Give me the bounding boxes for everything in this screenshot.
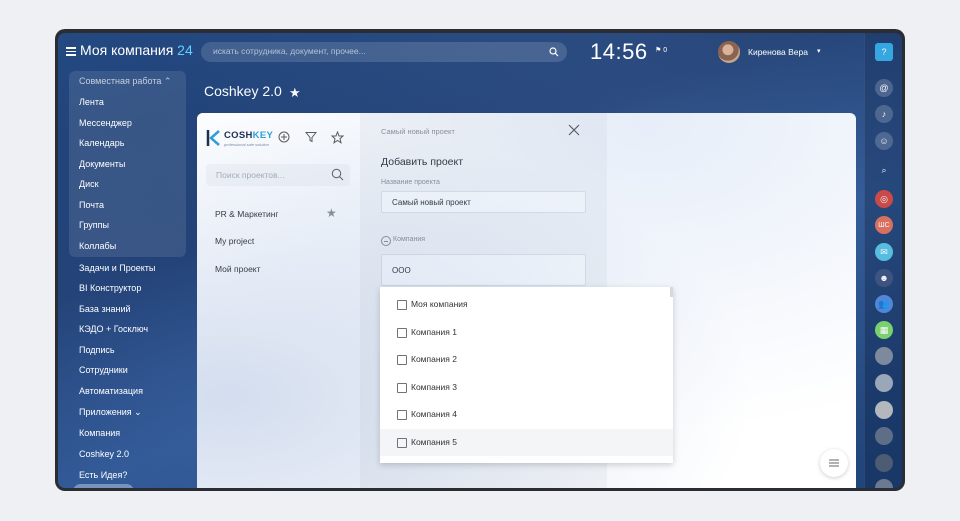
dropdown-scrollbar[interactable] [670,287,673,297]
nav-item-knowledge[interactable]: База знаний [79,304,131,314]
contact-icon[interactable]: ◎ [875,190,893,208]
chevron-up-icon: ⌃ [163,76,172,86]
right-toolbar: ? @ ♪ ☺ ⌕ ◎ ШС ✉ ☻ 👥 ▦ [864,33,902,488]
contact-avatar[interactable] [875,347,893,365]
calendar-icon[interactable]: ▦ [875,321,893,339]
company-name: Моя компания [80,42,174,58]
form-heading: Добавить проект [381,156,464,168]
nav-item-company[interactable]: Компания [79,428,120,438]
checkbox[interactable] [397,438,407,448]
dropdown-option[interactable]: Моя компания [380,291,673,318]
project-name-label: Название проекта [381,179,440,186]
menu-icon[interactable] [66,47,76,56]
project-item[interactable]: Мой проект [215,264,261,274]
user-avatar[interactable] [718,41,740,63]
checkbox[interactable] [397,300,407,310]
project-name-field [381,191,586,213]
nav-item-disk[interactable]: Диск [79,179,99,189]
nav-item-messenger[interactable]: Мессенджер [79,118,132,128]
close-icon[interactable] [568,124,580,136]
global-search-input[interactable] [211,45,535,57]
list-icon [829,459,839,467]
nav-item-feed[interactable]: Лента [79,97,104,107]
nav-active-highlight [73,484,134,488]
project-item[interactable]: My project [215,236,254,246]
flag-count: 0 [663,47,668,54]
add-circle-icon[interactable] [278,131,290,143]
clock: 14:56 [590,39,648,64]
checkbox[interactable] [397,328,407,338]
global-search [201,42,567,62]
contact-avatar[interactable] [875,427,893,445]
dropdown-option[interactable]: Компания 4 [380,401,673,428]
coshkey-logo-text: COSHKEY [224,130,274,141]
dropdown-option[interactable]: Компания 3 [380,374,673,401]
contact-badge[interactable]: ШС [875,216,893,234]
project-name-input[interactable] [390,197,574,208]
contact-avatar[interactable] [875,454,893,472]
coshkey-logo-icon [206,130,220,146]
star-outline-icon[interactable] [331,131,344,144]
left-navigation: Совместная работа ⌃ Лента Мессенджер Кал… [58,71,198,488]
checkbox[interactable] [397,355,407,365]
nav-item-mail[interactable]: Почта [79,200,104,210]
contact-avatar[interactable] [875,374,893,392]
nav-item-tasks[interactable]: Задачи и Проекты [79,263,155,273]
dropdown-option[interactable]: Компания 1 [380,319,673,346]
search-icon[interactable]: ⌕ [875,161,893,179]
company-dropdown: Моя компания Компания 1 Компания 2 Компа… [380,287,673,463]
top-bar: Моя компания 24 14:56 ⚑ 0 Киренова Вера … [58,33,864,71]
nav-item-signature[interactable]: Подпись [79,345,115,355]
chevron-down-icon: ⌄ [134,407,142,417]
nav-item-apps[interactable]: Приложения ⌄ [79,407,142,418]
dropdown-option-highlighted[interactable]: Компания 5 [380,429,673,456]
search-icon[interactable] [331,168,344,181]
nav-item-ideas[interactable]: Есть Идея? [79,470,127,480]
chat-bubble-icon[interactable]: ✉ [875,243,893,261]
nav-item-kedo[interactable]: КЭДО + Госключ [79,324,148,334]
nav-item-bi[interactable]: BI Конструктор [79,283,141,293]
flag-indicator[interactable]: ⚑ 0 [655,46,667,54]
checkbox[interactable] [397,383,407,393]
contact-avatar[interactable] [875,479,893,488]
nav-group-title[interactable]: Совместная работа ⌃ [79,76,171,87]
contact-avatar[interactable] [875,401,893,419]
breadcrumb: Самый новый проект [381,127,455,136]
bell-icon[interactable]: ♪ [875,105,893,123]
at-sign-icon[interactable]: @ [875,79,893,97]
nav-item-automation[interactable]: Автоматизация [79,386,143,396]
star-icon[interactable]: ★ [289,85,301,101]
user-name[interactable]: Киренова Вера [748,47,808,57]
nav-item-groups[interactable]: Группы [79,220,109,230]
nav-item-coshkey[interactable]: Coshkey 2.0 [79,449,129,459]
nav-item-documents[interactable]: Документы [79,159,125,169]
company-field [381,254,586,286]
contact-avatar[interactable]: ☻ [875,269,893,287]
chevron-down-icon[interactable]: ▾ [817,47,821,55]
nav-item-collabs[interactable]: Коллабы [79,241,116,251]
project-search [206,164,350,186]
coshkey-logo-subtitle: professional sale solution [224,142,269,147]
chat-icon[interactable]: ☺ [875,132,893,150]
help-icon[interactable]: ? [875,43,893,61]
nav-item-employees[interactable]: Сотрудники [79,365,128,375]
search-icon[interactable] [549,47,559,57]
company-count: 24 [177,42,193,58]
star-icon[interactable]: ★ [326,206,337,220]
collapse-icon[interactable] [381,236,391,246]
project-list-panel: COSHKEY professional sale solution PR & … [197,113,360,488]
people-icon[interactable]: 👥 [875,295,893,313]
checkbox[interactable] [397,410,407,420]
project-item[interactable]: PR & Маркетинг [215,209,279,219]
dropdown-option[interactable]: Компания 2 [380,346,673,373]
filter-icon[interactable] [305,131,317,143]
list-menu-button[interactable] [820,449,848,477]
company-input[interactable] [390,265,574,276]
company-label: Компания [393,236,426,243]
nav-item-calendar[interactable]: Календарь [79,138,124,148]
company-title[interactable]: Моя компания 24 [80,42,193,58]
project-search-input[interactable] [214,169,318,181]
page-title: Coshkey 2.0 [204,83,282,99]
